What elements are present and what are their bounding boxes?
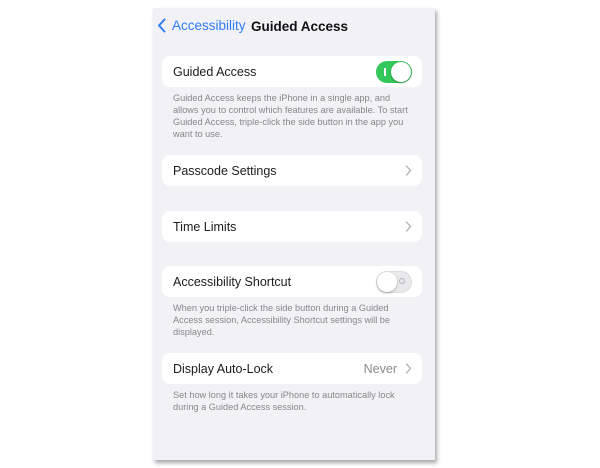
toggle-on-indicator (384, 67, 386, 76)
navigation-bar: Accessibility Guided Access (153, 8, 435, 48)
display-auto-lock-value: Never (363, 361, 397, 376)
toggle-knob (391, 61, 411, 82)
toggle-knob (377, 271, 397, 292)
chevron-right-icon (405, 363, 412, 374)
back-label: Accessibility (172, 18, 246, 33)
phone-screen: Accessibility Guided Access Guided Acces… (153, 8, 435, 460)
accessibility-shortcut-label: Accessibility Shortcut (173, 274, 292, 289)
passcode-settings-label: Passcode Settings (173, 163, 277, 178)
display-auto-lock-label: Display Auto-Lock (173, 361, 274, 376)
display-auto-lock-cell[interactable]: Display Auto-Lock Never (162, 353, 422, 384)
page-title: Guided Access (251, 19, 349, 34)
passcode-settings-cell[interactable]: Passcode Settings (162, 155, 422, 186)
guided-access-toggle[interactable] (376, 60, 412, 83)
accessibility-shortcut-toggle[interactable] (376, 270, 412, 293)
time-limits-cell[interactable]: Time Limits (162, 211, 422, 242)
accessibility-shortcut-footer: When you triple-click the side button du… (173, 303, 391, 337)
accessibility-shortcut-cell: Accessibility Shortcut (162, 266, 422, 297)
chevron-right-icon (405, 165, 412, 176)
chevron-left-icon (158, 18, 166, 33)
guided-access-label: Guided Access (173, 64, 257, 79)
guided-access-cell: Guided Access (162, 56, 422, 87)
display-auto-lock-footer: Set how long it takes your iPhone to aut… (173, 390, 395, 412)
toggle-off-indicator (399, 277, 405, 284)
chevron-right-icon (405, 221, 412, 232)
guided-access-footer: Guided Access keeps the iPhone in a sing… (173, 93, 408, 139)
back-button[interactable]: Accessibility (157, 18, 246, 33)
time-limits-label: Time Limits (173, 219, 237, 234)
